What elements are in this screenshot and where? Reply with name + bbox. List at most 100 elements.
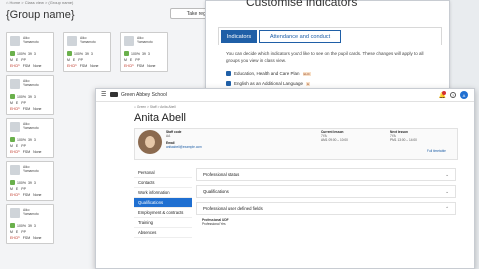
current-lesson-time: AM1 09:00 – 10:00 bbox=[321, 138, 348, 142]
tab-bar: Indicators Attendance and conduct bbox=[218, 27, 442, 45]
school-logo bbox=[110, 92, 118, 97]
indicator-pp: PP bbox=[21, 144, 26, 148]
pupil-name: Aiko Yamamoto bbox=[23, 165, 39, 173]
accordion-label: Professional user defined fields bbox=[203, 206, 263, 211]
check-icon bbox=[10, 180, 15, 185]
breadcrumb: ⌂ Home > Class view > (Group name) bbox=[6, 0, 74, 5]
indicator-value: 39 bbox=[27, 94, 32, 99]
indicator-value: 39 bbox=[141, 51, 146, 56]
indicator-value: 39 bbox=[27, 51, 32, 56]
nav-absences[interactable]: Absences bbox=[134, 228, 192, 238]
fsm-badge: FSM bbox=[79, 64, 88, 68]
accordion-professional-udf[interactable]: Professional user defined fields ⌃ bbox=[196, 202, 456, 215]
indicator-e: E bbox=[15, 101, 19, 105]
none-badge: None bbox=[90, 64, 99, 68]
pupil-card[interactable]: Aiko Yamamoto 100% 39 3 M E PP EHCP FSM None bbox=[6, 32, 54, 72]
check-icon bbox=[67, 51, 72, 56]
fsm-badge: FSM bbox=[136, 64, 145, 68]
accordion-professional-status[interactable]: Professional status ⌄ bbox=[196, 168, 456, 181]
email-link[interactable]: anitaabell@example.com bbox=[166, 145, 202, 149]
help-icon[interactable]: ? bbox=[450, 92, 456, 98]
indicator-value: 3 bbox=[33, 137, 36, 142]
pupil-photo bbox=[10, 208, 20, 218]
pupil-card[interactable]: Aiko Yamamoto 100% 39 3 M E PP EHCP FSM None bbox=[6, 204, 54, 244]
indicator-m: M bbox=[10, 58, 13, 62]
pupil-photo bbox=[10, 165, 20, 175]
pupil-card[interactable]: Aiko Yamamoto 100% 39 3 M E PP EHCP FSM None bbox=[120, 32, 168, 72]
tab-indicators[interactable]: Indicators bbox=[221, 30, 257, 43]
accordion-qualifications[interactable]: Qualifications ⌄ bbox=[196, 185, 456, 198]
staff-profile-window: ☰ Green Abbey School 🔔 ? A ⌂ Green > Sta… bbox=[95, 88, 475, 269]
none-badge: None bbox=[33, 236, 42, 240]
panel-title: Customise indicators bbox=[246, 0, 358, 9]
pupil-card[interactable]: Aiko Yamamoto 100% 39 3 M E PP EHCP FSM None bbox=[63, 32, 111, 72]
nav-contacts[interactable]: Contacts bbox=[134, 178, 192, 188]
full-timetable-link[interactable]: Full timetable bbox=[427, 149, 446, 153]
eal-badge: E bbox=[306, 81, 311, 86]
indicator-e: E bbox=[129, 58, 133, 62]
fsm-badge: FSM bbox=[22, 150, 31, 154]
none-badge: None bbox=[33, 64, 42, 68]
attendance-pct: 100% bbox=[74, 51, 83, 56]
pupil-name: Aiko Yamamoto bbox=[23, 36, 39, 44]
fsm-badge: FSM bbox=[22, 64, 31, 68]
pupil-photo bbox=[124, 36, 134, 46]
staff-name: Anita Abell bbox=[134, 112, 186, 124]
top-bar: ☰ Green Abbey School 🔔 ? A bbox=[96, 89, 474, 102]
nav-qualifications[interactable]: Qualifications bbox=[134, 198, 192, 208]
bell-icon[interactable]: 🔔 bbox=[439, 90, 446, 99]
fsm-badge: FSM bbox=[22, 193, 31, 197]
ehcp-badge: EHCP bbox=[10, 64, 20, 68]
ehcp-badge: EHCP bbox=[124, 64, 134, 68]
indicator-value: 3 bbox=[147, 51, 150, 56]
none-badge: None bbox=[33, 150, 42, 154]
indicator-m: M bbox=[10, 187, 13, 191]
check-icon bbox=[10, 51, 15, 56]
checkbox[interactable] bbox=[226, 71, 231, 76]
pupil-name: Aiko Yamamoto bbox=[80, 36, 96, 44]
option-eal[interactable]: English as an Additional Language E bbox=[226, 81, 311, 86]
indicator-e: E bbox=[15, 58, 19, 62]
indicator-pp: PP bbox=[78, 58, 83, 62]
indicator-e: E bbox=[15, 230, 19, 234]
nav-work-information[interactable]: Work information bbox=[134, 188, 192, 198]
ehc-badge: EHC bbox=[302, 71, 311, 76]
attendance-pct: 100% bbox=[17, 51, 26, 56]
option-label: Education, Health and Care Plan bbox=[234, 71, 300, 76]
checkbox[interactable] bbox=[226, 81, 231, 86]
avatar[interactable]: A bbox=[460, 91, 468, 99]
ehcp-badge: EHCP bbox=[10, 236, 20, 240]
ehcp-badge: EHCP bbox=[67, 64, 77, 68]
none-badge: None bbox=[147, 64, 156, 68]
nav-employment-contracts[interactable]: Employment & contracts bbox=[134, 208, 192, 218]
indicator-value: 39 bbox=[84, 51, 89, 56]
chevron-down-icon: ⌄ bbox=[445, 172, 449, 177]
indicator-value: 3 bbox=[33, 180, 36, 185]
pupil-card[interactable]: Aiko Yamamoto 100% 39 3 M E PP EHCP FSM None bbox=[6, 118, 54, 158]
pupil-name: Aiko Yamamoto bbox=[137, 36, 153, 44]
school-name: Green Abbey School bbox=[121, 92, 167, 98]
pupil-card[interactable]: Aiko Yamamoto 100% 39 3 M E PP EHCP FSM None bbox=[6, 75, 54, 115]
pupil-card[interactable]: Aiko Yamamoto 100% 39 3 M E PP EHCP FSM None bbox=[6, 161, 54, 201]
indicator-pp: PP bbox=[21, 187, 26, 191]
nav-personal[interactable]: Personal bbox=[134, 168, 192, 178]
pupil-photo bbox=[67, 36, 77, 46]
nav-training[interactable]: Training bbox=[134, 218, 192, 228]
indicator-value: 3 bbox=[33, 51, 36, 56]
fsm-badge: FSM bbox=[22, 236, 31, 240]
attendance-pct: 100% bbox=[17, 94, 26, 99]
accordion-label: Qualifications bbox=[203, 189, 229, 194]
tab-attendance-conduct[interactable]: Attendance and conduct bbox=[259, 30, 341, 43]
indicator-e: E bbox=[15, 144, 19, 148]
indicator-value: 39 bbox=[27, 223, 32, 228]
check-icon bbox=[10, 94, 15, 99]
indicator-pp: PP bbox=[21, 58, 26, 62]
pupil-name: Aiko Yamamoto bbox=[23, 208, 39, 216]
indicator-m: M bbox=[10, 101, 13, 105]
option-ehcp[interactable]: Education, Health and Care Plan EHC bbox=[226, 71, 311, 76]
menu-icon[interactable]: ☰ bbox=[101, 92, 106, 98]
indicator-value: 39 bbox=[27, 137, 32, 142]
indicator-pp: PP bbox=[21, 101, 26, 105]
pud-value: Professional Yes bbox=[202, 222, 226, 226]
staff-photo bbox=[138, 130, 162, 154]
